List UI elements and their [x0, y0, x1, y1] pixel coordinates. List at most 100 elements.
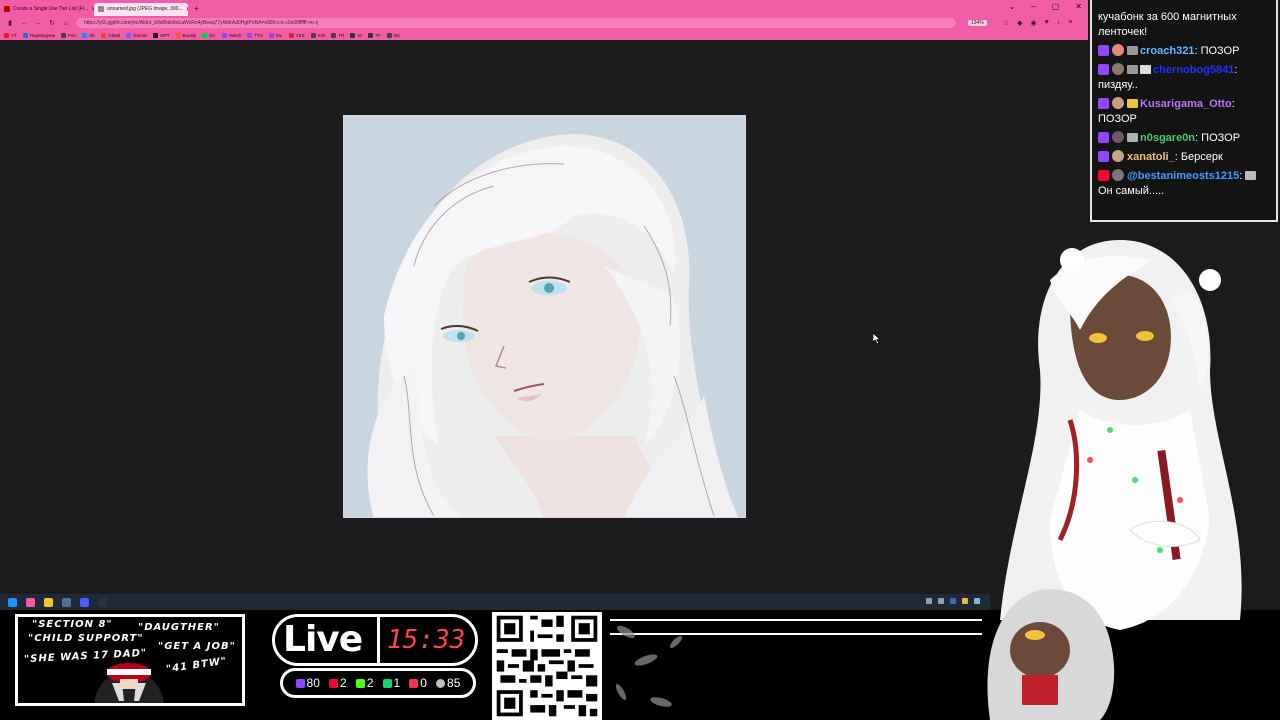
tiermaker-favicon-icon: [4, 6, 10, 12]
close-tab-icon[interactable]: ✕: [186, 6, 188, 13]
divider: [377, 617, 380, 663]
forward-icon[interactable]: →: [34, 20, 42, 27]
subscriber-badge-icon: [1127, 133, 1138, 142]
browser-app-icon[interactable]: [26, 597, 35, 607]
bookmark-item[interactable]: DA: [202, 32, 216, 38]
back-icon[interactable]: ←: [20, 20, 28, 27]
artwork-image[interactable]: [343, 115, 746, 518]
address-bar[interactable]: https://yt3.ggpht.com/ytc/AIdro_k0s8hdv9…: [76, 18, 956, 28]
goodgame-icon: [436, 678, 446, 688]
kick-viewers: 2: [355, 676, 373, 690]
chat-message: n0sgare0n: ПОЗОР: [1098, 131, 1270, 146]
os-taskbar: [0, 594, 990, 610]
image-favicon-icon: [98, 6, 104, 12]
chat-username[interactable]: croach321: [1140, 45, 1194, 57]
extensions-icon[interactable]: ◆: [1017, 19, 1022, 27]
vk-live-icon: [409, 678, 419, 688]
stream-screen: { "browser": { "tabs": [ {"label": "Crea…: [0, 0, 1280, 720]
bookmark-star-icon[interactable]: ☆: [1003, 19, 1009, 27]
live-label: Live: [283, 619, 363, 660]
sidebar-toggle-icon[interactable]: ▮: [6, 19, 14, 27]
chat-message: кучабонк за 600 магнитных ленточек!: [1098, 10, 1270, 40]
meme-text: "CHILD SUPPORT": [28, 633, 144, 644]
close-window-icon[interactable]: ✕: [1075, 2, 1082, 11]
bookmark-item[interactable]: Twitch: [221, 32, 241, 38]
bookmark-item[interactable]: VK: [82, 32, 95, 38]
portrait-illustration: [344, 116, 745, 517]
bookmark-item[interactable]: GPT: [153, 32, 170, 38]
bookmark-item[interactable]: Gemini: [126, 32, 147, 38]
tab-label: Create a Single Use Tier List (Fr...: [13, 6, 89, 12]
file-explorer-icon[interactable]: [44, 597, 53, 607]
chat-username[interactable]: Kusarigama_Otto: [1140, 98, 1232, 110]
chat-username[interactable]: n0sgare0n: [1140, 132, 1195, 144]
twitch-badge-icon: [1098, 98, 1109, 109]
pocket-icon[interactable]: ♥: [1045, 19, 1049, 27]
vtuber-avatar: [987, 240, 1242, 720]
zoom-level[interactable]: 134%: [968, 20, 987, 26]
subscriber-badge-icon: [1127, 65, 1138, 74]
bookmark-item[interactable]: IG: [350, 32, 362, 38]
bookmark-item[interactable]: IVL: [268, 32, 283, 38]
tray-icon[interactable]: [950, 598, 956, 604]
tab-list-icon[interactable]: ⌄: [1009, 2, 1016, 11]
tab-tier-list[interactable]: Create a Single Use Tier List (Fr... ✕: [0, 3, 94, 16]
maximize-icon[interactable]: ▢: [1052, 2, 1060, 11]
chat-text: кучабонк за 600 магнитных ленточек!: [1098, 11, 1237, 38]
crying-man-image: [94, 663, 164, 703]
reload-icon[interactable]: ↻: [48, 19, 56, 27]
chat-message: Kusarigama_Otto: ПОЗОР: [1098, 97, 1235, 125]
meme-panel: "SECTION 8" "DAUGTHER" "CHILD SUPPORT" "…: [15, 614, 245, 706]
download-icon[interactable]: ↓: [1057, 19, 1061, 27]
shield-icon[interactable]: ◉: [1030, 19, 1036, 27]
kick-icon: [355, 678, 365, 688]
meme-text: "GET A JOB": [158, 641, 236, 652]
youtube-viewers: 2: [328, 676, 347, 690]
chat-message: croach321: ПОЗОР: [1098, 44, 1270, 59]
obs-app-icon[interactable]: [98, 597, 107, 607]
home-icon[interactable]: ⌂: [62, 20, 70, 27]
bookmark-item[interactable]: YES: [288, 32, 305, 38]
bookmark-item[interactable]: Boosty: [175, 32, 196, 38]
stream-timer: 15:33: [387, 625, 466, 655]
twitch-badge-icon: [1098, 151, 1109, 162]
crown-icon: [1245, 171, 1257, 180]
avatar: [1112, 150, 1124, 162]
chat-username[interactable]: @bestanimeosts1215: [1127, 170, 1239, 182]
tab-bar: Create a Single Use Tier List (Fr... ✕ u…: [0, 0, 1088, 16]
tab-unnamed-jpg[interactable]: unnamed.jpg (JPEG Image, 300... ✕: [94, 2, 188, 16]
avatar: [1112, 97, 1124, 109]
mouse-cursor-icon: [873, 333, 881, 345]
bookmark-item[interactable]: TR: [331, 32, 344, 38]
new-tab-button[interactable]: +: [194, 4, 199, 13]
bookmark-item[interactable]: GMail: [101, 32, 120, 38]
viewer-stats-panel: 80 2 2 1 0 85: [280, 668, 476, 698]
bookmark-item[interactable]: KOI: [310, 32, 325, 38]
avatar: [1112, 169, 1124, 181]
trovo-viewers: 1: [382, 676, 400, 690]
bookmark-item[interactable]: TF: [368, 32, 381, 38]
tray-icon[interactable]: [938, 598, 944, 604]
url-text: https://yt3.ggpht.com/ytc/AIdro_k0s8hdv9…: [84, 20, 319, 26]
bookmark-item[interactable]: Переводчик: [22, 32, 55, 38]
start-menu-icon[interactable]: [8, 597, 17, 607]
chat-username[interactable]: xanatoli_: [1127, 151, 1175, 163]
qr-code[interactable]: [492, 612, 602, 720]
minimize-icon[interactable]: –: [1031, 2, 1035, 11]
discord-app-icon[interactable]: [80, 597, 89, 607]
bookmark-item[interactable]: TTV: [247, 32, 263, 38]
app-icon[interactable]: [62, 597, 71, 607]
menu-icon[interactable]: ≡: [1068, 19, 1072, 27]
vk-live-viewers: 0: [409, 676, 427, 690]
twitch-viewers: 80: [295, 676, 320, 690]
navigation-bar: ▮ ← → ↻ ⌂ https://yt3.ggpht.com/ytc/AIdr…: [0, 16, 1088, 30]
chat-username[interactable]: chernobog5841: [1153, 64, 1234, 76]
bookmark-item[interactable]: YT: [4, 32, 17, 38]
tray-icon[interactable]: [926, 598, 932, 604]
youtube-icon: [328, 678, 338, 688]
bookmark-item[interactable]: NS: [386, 32, 400, 38]
bookmark-item[interactable]: PoA: [60, 32, 76, 38]
toolbar-icons: ☆ ◆ ◉ ♥ ↓ ≡: [1003, 19, 1073, 27]
crown-icon: [1127, 99, 1138, 108]
twitch-badge-icon: [1098, 132, 1109, 143]
